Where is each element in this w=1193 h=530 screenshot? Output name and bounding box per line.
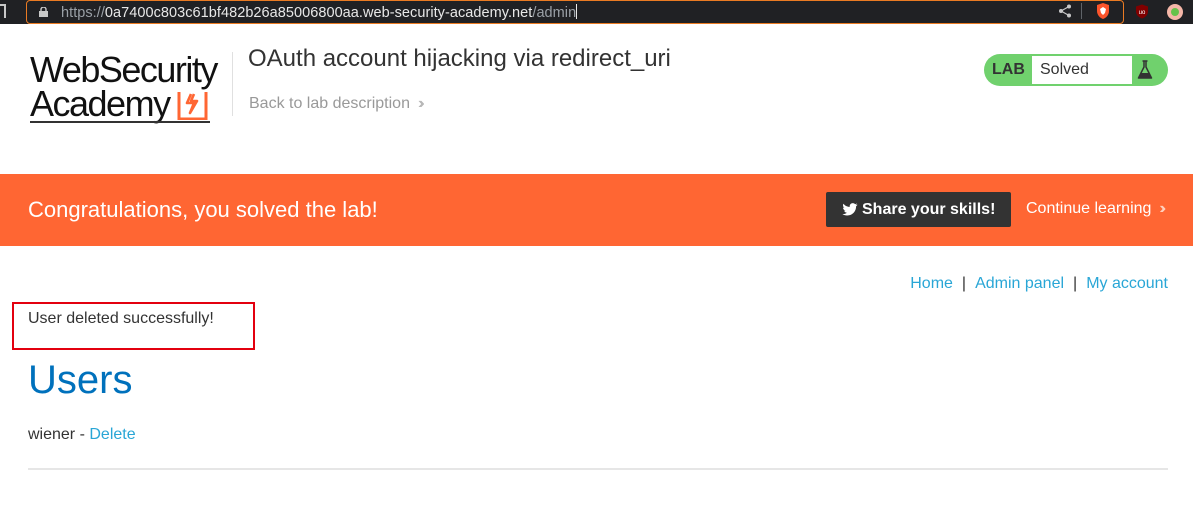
nav-admin-panel-link[interactable]: Admin panel — [975, 275, 1064, 292]
lab-badge-label: LAB — [992, 61, 1025, 78]
browser-toolbar: https://0a7400c803c61bf482b26a85006800aa… — [0, 0, 1193, 24]
double-chevron-right-icon: ›› — [1159, 200, 1165, 217]
header-divider — [232, 52, 233, 116]
url-scheme: https:// — [61, 5, 105, 21]
lab-status-text: Solved — [1040, 61, 1089, 78]
congratulations-message: Congratulations, you solved the lab! — [28, 197, 378, 222]
content-divider — [28, 468, 1168, 470]
lab-title: OAuth account hijacking via redirect_uri — [248, 45, 671, 72]
delete-user-link[interactable]: Delete — [89, 426, 135, 443]
web-security-academy-logo[interactable]: WebSecurity Academy — [30, 50, 235, 126]
logo-underline — [30, 121, 210, 123]
user-list-item: wiener - Delete — [28, 426, 136, 444]
brave-shields-icon[interactable] — [1094, 2, 1112, 20]
share-skills-label: Share your skills! — [862, 201, 996, 218]
lock-icon[interactable] — [39, 7, 48, 17]
address-bar[interactable]: https://0a7400c803c61bf482b26a85006800aa… — [26, 0, 1124, 24]
back-link-label: Back to lab description — [249, 95, 410, 112]
url-path: /admin — [532, 5, 577, 21]
logo-text-line2: Academy — [30, 83, 171, 124]
users-heading: Users — [28, 358, 133, 402]
flask-icon — [1137, 60, 1153, 79]
top-navigation: Home | Admin panel | My account — [910, 275, 1168, 293]
share-skills-button[interactable]: Share your skills! — [826, 192, 1011, 227]
bookmark-icon[interactable] — [0, 4, 6, 18]
continue-learning-label: Continue learning — [1026, 200, 1152, 217]
text-caret — [576, 4, 578, 19]
nav-my-account-link[interactable]: My account — [1086, 275, 1168, 292]
user-deleted-notice: User deleted successfully! — [28, 310, 214, 327]
back-to-lab-description-link[interactable]: Back to lab description ›› — [249, 95, 424, 113]
double-chevron-right-icon: ›› — [417, 95, 424, 112]
ublock-icon[interactable]: uo — [1135, 4, 1149, 19]
toolbar-separator — [1081, 3, 1082, 19]
extension-icon[interactable] — [1167, 4, 1183, 20]
solved-banner: Congratulations, you solved the lab! Sha… — [0, 174, 1193, 246]
nav-separator: | — [961, 275, 967, 292]
user-row-separator: - — [79, 426, 85, 443]
nav-separator: | — [1073, 275, 1078, 292]
url-text[interactable]: https://0a7400c803c61bf482b26a85006800aa… — [61, 4, 578, 21]
nav-home-link[interactable]: Home — [910, 275, 953, 292]
logo-lightning-icon — [177, 92, 208, 120]
twitter-icon — [842, 203, 858, 216]
url-host: 0a7400c803c61bf482b26a85006800aa.web-sec… — [104, 5, 533, 21]
svg-text:uo: uo — [1139, 10, 1146, 16]
username: wiener — [28, 426, 76, 443]
share-icon[interactable] — [1058, 4, 1072, 18]
continue-learning-link[interactable]: Continue learning ›› — [1026, 200, 1166, 218]
